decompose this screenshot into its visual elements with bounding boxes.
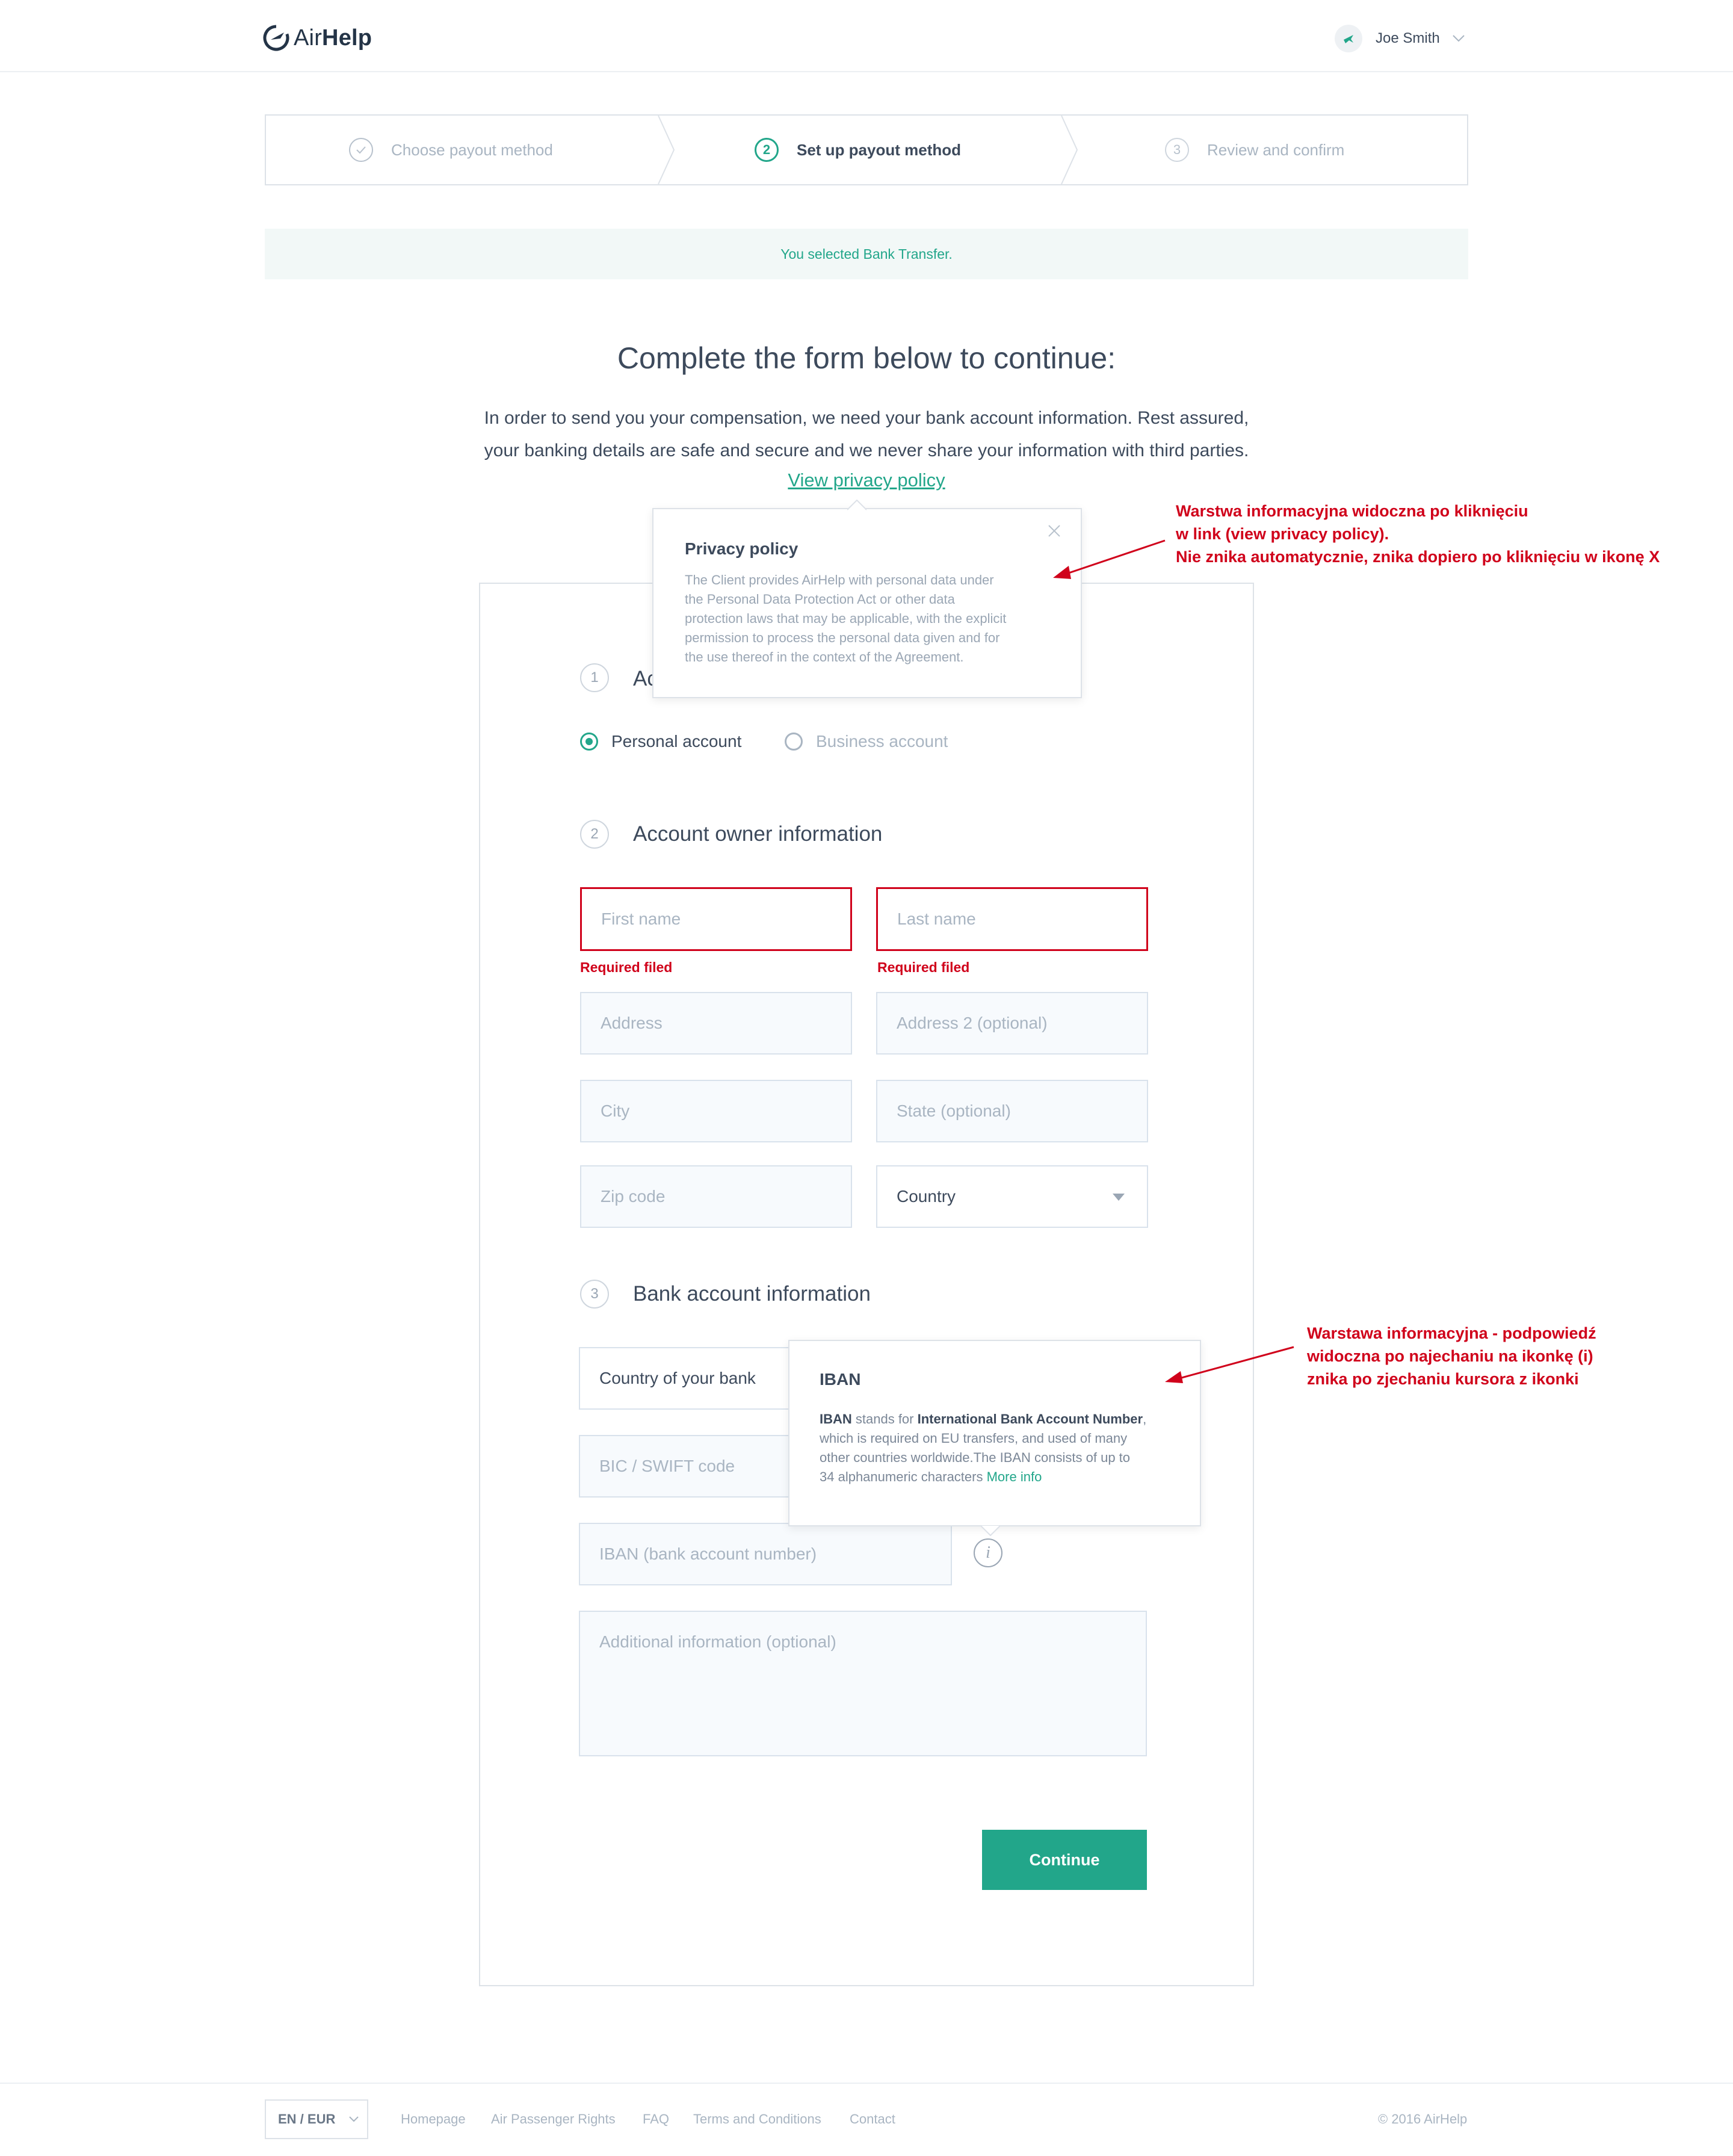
more-info-link[interactable]: More info	[987, 1469, 1042, 1484]
city-field[interactable]: City	[580, 1080, 852, 1142]
popover-line: The Client provides AirHelp with persona…	[685, 572, 994, 587]
annotation-line: Nie znika automatycznie, znika dopiero p…	[1176, 548, 1660, 566]
tooltip-bold: International Bank Account Number	[917, 1411, 1143, 1426]
tooltip-text: stands for	[851, 1411, 918, 1426]
chevron-down-icon	[349, 2116, 359, 2122]
language-currency-select[interactable]: EN / EUR	[265, 2099, 368, 2139]
tooltip-line: which is required on EU transfers, and u…	[820, 1431, 1128, 1446]
footer-link-faq[interactable]: FAQ	[643, 2111, 669, 2127]
zip-code-field[interactable]: Zip code	[580, 1165, 852, 1228]
last-name-field[interactable]: Last name	[876, 887, 1148, 951]
annotation-line: znika po zjechaniu kursora z ikonki	[1307, 1370, 1579, 1388]
section-title-owner: Account owner information	[633, 822, 883, 846]
tooltip-arrow	[981, 1525, 1000, 1536]
step-number: 3	[1165, 138, 1189, 162]
radio-unselected-icon	[785, 733, 803, 751]
radio-personal-account[interactable]: Personal account	[580, 732, 741, 751]
airhelp-logo-icon	[263, 25, 289, 51]
section-title-bank: Bank account information	[633, 1282, 871, 1306]
footer-link-homepage[interactable]: Homepage	[401, 2111, 466, 2127]
annotation-line: Warstawa informacyjna - podpowiedź	[1307, 1324, 1596, 1342]
intro-text: In order to send you your compensation, …	[421, 402, 1312, 467]
footer-link-terms[interactable]: Terms and Conditions	[693, 2111, 821, 2127]
section-number: 3	[580, 1280, 609, 1309]
tooltip-text: 34 alphanumeric characters	[820, 1469, 987, 1484]
top-header	[0, 0, 1733, 72]
progress-steps: Choose payout method 2 Set up payout met…	[265, 114, 1468, 185]
popover-line: the Personal Data Protection Act or othe…	[685, 592, 955, 607]
radio-business-account[interactable]: Business account	[785, 732, 948, 751]
page-title: Complete the form below to continue:	[617, 341, 1116, 375]
step-choose-payout[interactable]: Choose payout method	[349, 116, 553, 184]
additional-info-textarea[interactable]: Additional information (optional)	[579, 1611, 1147, 1756]
privacy-policy-link[interactable]: View privacy policy	[722, 469, 1011, 491]
last-name-error: Required filed	[877, 959, 970, 975]
chevron-down-icon	[1453, 35, 1465, 42]
annotation-line: w link (view privacy policy).	[1176, 525, 1389, 543]
popover-line: the use thereof in the context of the Ag…	[685, 649, 964, 664]
footer-link-air-passenger-rights[interactable]: Air Passenger Rights	[491, 2111, 616, 2127]
first-name-field[interactable]: First name	[580, 887, 852, 951]
step-label: Choose payout method	[391, 140, 553, 159]
tooltip-line: other countries worldwide.The IBAN consi…	[820, 1450, 1131, 1465]
close-icon[interactable]	[1047, 524, 1061, 538]
footer-link-contact[interactable]: Contact	[850, 2111, 895, 2127]
tooltip-title: IBAN	[820, 1370, 861, 1389]
address-field[interactable]: Address	[580, 992, 852, 1055]
tooltip-text: ,	[1143, 1411, 1147, 1426]
step-review-confirm: 3 Review and confirm	[1165, 116, 1344, 184]
popover-arrow	[847, 500, 866, 510]
tooltip-bold: IBAN	[820, 1411, 852, 1426]
iban-tooltip: IBAN IBAN stands for International Bank …	[788, 1340, 1201, 1536]
intro-line-1: In order to send you your compensation, …	[484, 408, 1249, 428]
step-number: 2	[755, 138, 779, 162]
annotation-line: Warstwa informacyjna widoczna po kliknię…	[1176, 502, 1528, 520]
dropdown-triangle-icon	[1113, 1194, 1125, 1201]
lang-value: EN / EUR	[278, 2111, 336, 2127]
popover-body: The Client provides AirHelp with persona…	[685, 571, 1070, 667]
radio-label: Business account	[816, 732, 948, 751]
annotation-iban: Warstawa informacyjna - podpowiedź widoc…	[1307, 1322, 1596, 1390]
annotation-line: widoczna po najechaniu na ikonkę (i)	[1307, 1347, 1593, 1365]
info-icon[interactable]: i	[974, 1538, 1002, 1567]
section-number: 1	[580, 663, 609, 692]
user-name: Joe Smith	[1376, 30, 1440, 46]
state-field[interactable]: State (optional)	[876, 1080, 1148, 1142]
check-icon	[349, 138, 373, 162]
tooltip-body: IBAN stands for International Bank Accou…	[820, 1410, 1193, 1487]
popover-line: protection laws that may be applicable, …	[685, 611, 1007, 626]
iban-field[interactable]: IBAN (bank account number)	[579, 1523, 952, 1585]
continue-button[interactable]: Continue	[982, 1830, 1147, 1890]
country-select-value: Country	[897, 1187, 956, 1206]
country-select[interactable]: Country	[876, 1165, 1148, 1228]
privacy-policy-popover: Privacy policy The Client provides AirHe…	[652, 500, 1082, 698]
step-setup-payout: 2 Set up payout method	[755, 116, 961, 184]
address2-field[interactable]: Address 2 (optional)	[876, 992, 1148, 1055]
logo-text-light: Air	[294, 25, 323, 51]
tooltip-line: IBAN stands for International Bank Accou…	[820, 1410, 1193, 1429]
section-number: 2	[580, 820, 609, 849]
selection-banner: You selected Bank Transfer.	[265, 229, 1468, 279]
bic-swift-field[interactable]: BIC / SWIFT code	[579, 1435, 820, 1498]
radio-selected-icon	[580, 733, 598, 751]
step-label: Set up payout method	[797, 140, 961, 159]
bank-country-select[interactable]: Country of your bank	[579, 1347, 820, 1410]
airhelp-logo[interactable]: AirHelp	[262, 23, 372, 53]
user-menu[interactable]: Joe Smith	[1335, 22, 1465, 55]
plane-avatar-icon	[1335, 25, 1362, 52]
logo-text-bold: Help	[322, 25, 372, 51]
copyright: © 2016 AirHelp	[1378, 2111, 1468, 2127]
first-name-error: Required filed	[580, 959, 673, 975]
radio-label: Personal account	[611, 732, 742, 751]
tooltip-line: 34 alphanumeric characters More info	[820, 1467, 1193, 1487]
intro-line-2: your banking details are safe and secure…	[484, 441, 1249, 460]
popover-line: permission to process the personal data …	[685, 630, 1000, 645]
step-label: Review and confirm	[1207, 140, 1345, 159]
annotation-privacy: Warstwa informacyjna widoczna po kliknię…	[1176, 500, 1660, 568]
popover-title: Privacy policy	[685, 539, 799, 558]
